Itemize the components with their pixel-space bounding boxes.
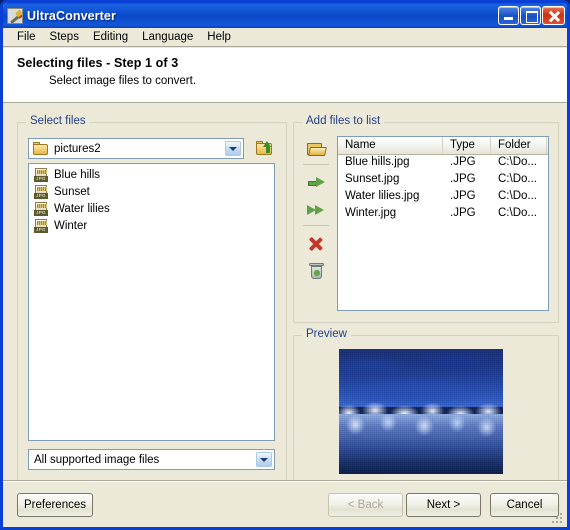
- cell-type: .JPG: [450, 156, 476, 168]
- added-files-table[interactable]: Name Type Folder Blue hills.jpg .JPG C:\…: [337, 136, 549, 311]
- list-item-label: Water lilies: [54, 202, 110, 215]
- open-folder-icon: [307, 142, 327, 157]
- list-item-label: Winter: [54, 219, 88, 232]
- folder-icon: [33, 142, 49, 155]
- preview-group-label: Preview: [302, 328, 351, 340]
- list-item[interactable]: JPG Water lilies: [31, 200, 274, 217]
- jpg-file-icon: JPG: [34, 201, 49, 216]
- resize-grip[interactable]: [552, 513, 564, 525]
- toolbar-divider: [303, 164, 329, 165]
- red-x-icon: [309, 237, 323, 251]
- cell-name: Blue hills.jpg: [345, 156, 410, 168]
- browse-folder-button[interactable]: [301, 136, 331, 162]
- list-item-label: Sunset: [54, 185, 90, 198]
- trash-icon: [309, 263, 324, 280]
- file-listbox[interactable]: JPG Blue hills JPG Sunset JPG Water lili…: [28, 163, 275, 441]
- column-header-type[interactable]: Type: [443, 137, 491, 154]
- add-files-group: Add files to list Name Type Folder Blue …: [293, 115, 559, 323]
- content-area: Select files pictures2 JPG Blue hills JP…: [3, 104, 567, 490]
- cell-type: .JPG: [450, 190, 476, 202]
- table-row[interactable]: Blue hills.jpg .JPG C:\Do...: [338, 155, 548, 172]
- menu-item-steps[interactable]: Steps: [43, 29, 86, 45]
- folder-combo[interactable]: pictures2: [28, 138, 244, 159]
- wizard-header: Selecting files - Step 1 of 3 Select ima…: [3, 48, 567, 103]
- footer-bar: Preferences < Back Next > Cancel: [3, 480, 567, 527]
- toolbar-divider: [303, 225, 329, 226]
- jpg-file-icon: JPG: [34, 184, 49, 199]
- app-icon: [7, 7, 23, 24]
- jpg-file-icon: JPG: [34, 218, 49, 233]
- menu-item-language[interactable]: Language: [135, 29, 200, 45]
- maximize-icon[interactable]: [520, 6, 541, 25]
- cell-folder: C:\Do...: [498, 207, 537, 219]
- column-header-folder[interactable]: Folder: [491, 137, 547, 154]
- folder-combo-value: pictures2: [54, 142, 101, 155]
- menu-item-file[interactable]: File: [10, 29, 43, 45]
- cell-name: Sunset.jpg: [345, 173, 400, 185]
- window-title: UltraConverter: [27, 8, 116, 23]
- list-item[interactable]: JPG Winter: [31, 217, 274, 234]
- close-icon[interactable]: [542, 6, 565, 25]
- menu-bar: File Steps Editing Language Help: [3, 28, 567, 47]
- file-filter-value: All supported image files: [34, 453, 160, 466]
- select-files-body: pictures2 JPG Blue hills JPG Sunset JPG …: [17, 122, 287, 490]
- select-files-group: Select files pictures2 JPG Blue hills JP…: [17, 115, 287, 490]
- jpg-file-icon: JPG: [34, 167, 49, 182]
- table-row[interactable]: Winter.jpg .JPG C:\Do...: [338, 206, 548, 223]
- double-arrow-right-icon: [305, 205, 327, 216]
- application-window: UltraConverter File Steps Editing Langua…: [0, 0, 570, 530]
- clear-list-button[interactable]: [301, 258, 331, 284]
- page-subtitle: Select image files to convert.: [49, 75, 197, 87]
- chevron-down-icon[interactable]: [256, 452, 272, 467]
- file-filter-combo[interactable]: All supported image files: [28, 449, 275, 470]
- minimize-icon[interactable]: [498, 6, 519, 25]
- add-all-button[interactable]: [301, 197, 331, 223]
- back-button[interactable]: < Back: [328, 493, 403, 517]
- add-selected-button[interactable]: [301, 169, 331, 195]
- menu-item-editing[interactable]: Editing: [86, 29, 135, 45]
- table-header-row: Name Type Folder: [338, 137, 548, 155]
- cell-name: Water lilies.jpg: [345, 190, 420, 202]
- cell-folder: C:\Do...: [498, 190, 537, 202]
- preview-group: Preview: [293, 328, 559, 490]
- add-files-body: Name Type Folder Blue hills.jpg .JPG C:\…: [293, 122, 559, 323]
- cell-name: Winter.jpg: [345, 207, 397, 219]
- list-item-label: Blue hills: [54, 168, 101, 181]
- next-button[interactable]: Next >: [406, 493, 481, 517]
- column-header-name[interactable]: Name: [338, 137, 443, 154]
- add-files-toolbar: [301, 136, 333, 286]
- add-files-group-label: Add files to list: [302, 115, 385, 127]
- select-files-group-label: Select files: [26, 115, 90, 127]
- table-row[interactable]: Water lilies.jpg .JPG C:\Do...: [338, 189, 548, 206]
- cell-folder: C:\Do...: [498, 173, 537, 185]
- menu-item-help[interactable]: Help: [200, 29, 238, 45]
- cancel-button[interactable]: Cancel: [490, 493, 559, 517]
- up-arrow-icon: [263, 141, 272, 153]
- list-item[interactable]: JPG Sunset: [31, 183, 274, 200]
- preview-image: [339, 349, 503, 474]
- preferences-button[interactable]: Preferences: [17, 493, 93, 517]
- cell-type: .JPG: [450, 173, 476, 185]
- cell-folder: C:\Do...: [498, 156, 537, 168]
- cell-type: .JPG: [450, 207, 476, 219]
- table-row[interactable]: Sunset.jpg .JPG C:\Do...: [338, 172, 548, 189]
- arrow-right-icon: [308, 177, 325, 188]
- list-item[interactable]: JPG Blue hills: [31, 166, 274, 183]
- page-title: Selecting files - Step 1 of 3: [17, 56, 179, 70]
- title-bar: UltraConverter: [3, 3, 567, 28]
- preview-body: [293, 335, 559, 490]
- chevron-down-icon[interactable]: [225, 141, 241, 156]
- remove-selected-button[interactable]: [301, 230, 331, 256]
- folder-up-icon[interactable]: [253, 137, 275, 159]
- preview-texture: [339, 349, 503, 474]
